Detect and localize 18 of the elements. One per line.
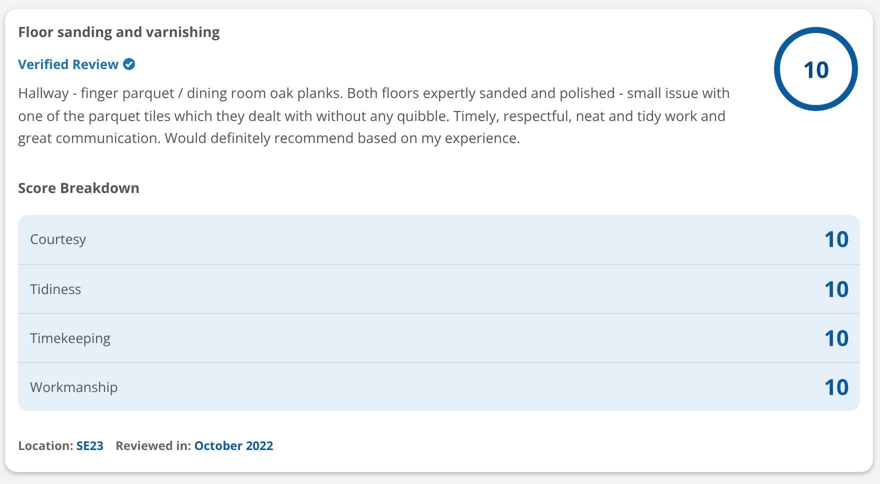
check-badge-icon — [122, 58, 135, 70]
meta-value: October 2022 — [194, 436, 274, 454]
review-text: Hallway - finger parquet / dining room oak planks. Both floors expertly sanded and polished - small issue with one of the parquet tiles which they dealt with without any quibble. Timely, respectful, neat and tidy work and great communication. Would definitely recommend based on my experience. — [18, 83, 732, 150]
verified-label: Verified Review — [18, 55, 119, 73]
category-label: Workmanship — [30, 378, 118, 396]
score-ring: 10 — [774, 27, 858, 111]
category-label: Courtesy — [30, 230, 86, 248]
category-score: 10 — [824, 372, 849, 402]
category-label: Timekeeping — [30, 328, 110, 346]
category-score: 10 — [824, 322, 849, 352]
meta-label: Location: — [18, 436, 74, 454]
category-label: Tidiness — [30, 280, 82, 298]
review-title: Floor sanding and varnishing — [18, 23, 221, 43]
category-score: 10 — [824, 224, 849, 254]
section-title: Score Breakdown — [18, 178, 141, 198]
meta-label: Reviewed in: — [115, 436, 192, 454]
meta-value: SE23 — [76, 436, 104, 454]
category-score: 10 — [824, 274, 849, 304]
